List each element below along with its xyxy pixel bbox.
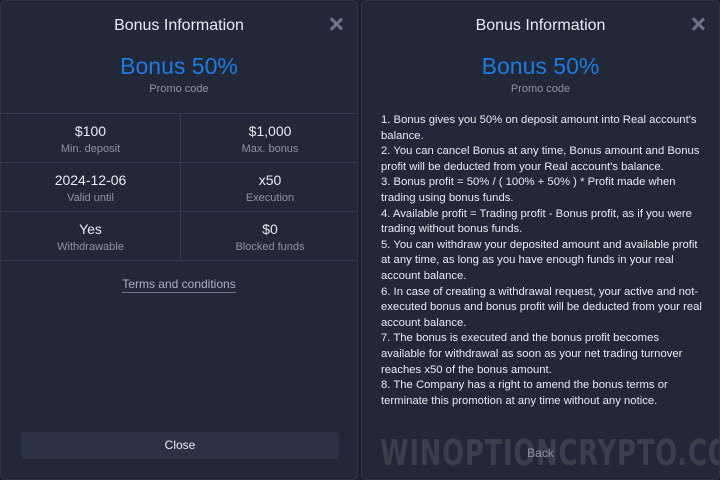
- bonus-details-grid: $100 Min. deposit $1,000 Max. bonus 2024…: [1, 113, 357, 261]
- terms-item: 7. The bonus is executed and the bonus p…: [381, 332, 683, 376]
- withdrawable-cell: Yes Withdrawable: [1, 212, 181, 261]
- valid-until-label: Valid until: [67, 192, 114, 204]
- promo-code-label: Promo code: [149, 83, 209, 95]
- execution-cell: x50 Execution: [181, 163, 357, 212]
- back-button[interactable]: Back: [362, 446, 719, 460]
- valid-until-cell: 2024-12-06 Valid until: [1, 163, 181, 212]
- bonus-heading: Bonus 50%: [120, 53, 238, 79]
- terms-link-text[interactable]: Terms and conditions: [122, 277, 236, 293]
- terms-item: 6. In case of creating a withdrawal requ…: [381, 285, 702, 329]
- blocked-funds-cell: $0 Blocked funds: [181, 212, 357, 261]
- withdrawable-value: Yes: [79, 221, 102, 237]
- panel-title: Bonus Information: [475, 17, 606, 34]
- bonus-info-panel-right: Bonus Information Bonus 50% Promo code 1…: [361, 0, 720, 480]
- min-deposit-cell: $100 Min. deposit: [1, 114, 181, 163]
- blocked-funds-label: Blocked funds: [235, 241, 305, 253]
- valid-until-value: 2024-12-06: [54, 172, 127, 188]
- terms-and-conditions-link[interactable]: Terms and conditions: [1, 277, 357, 293]
- terms-item: 4. Available profit = Trading profit - B…: [381, 207, 692, 236]
- close-icon[interactable]: [327, 15, 345, 33]
- max-bonus-label: Max. bonus: [241, 143, 299, 155]
- execution-label: Execution: [245, 192, 295, 204]
- close-button[interactable]: Close: [21, 432, 339, 459]
- blocked-funds-value: $0: [262, 221, 278, 237]
- min-deposit-value: $100: [74, 123, 107, 139]
- close-icon[interactable]: [689, 15, 707, 33]
- execution-value: x50: [258, 172, 282, 188]
- withdrawable-label: Withdrawable: [57, 241, 124, 253]
- bonus-info-panel-left: Bonus Information Bonus 50% Promo code $…: [0, 0, 358, 480]
- max-bonus-cell: $1,000 Max. bonus: [181, 114, 357, 163]
- terms-item: 5. You can withdraw your deposited amoun…: [381, 238, 698, 282]
- min-deposit-label: Min. deposit: [60, 143, 121, 155]
- terms-item: 1. Bonus gives you 50% on deposit amount…: [381, 114, 697, 142]
- bonus-heading: Bonus 50%: [481, 53, 600, 79]
- terms-list: 1. Bonus gives you 50% on deposit amount…: [381, 113, 706, 409]
- promo-code-label: Promo code: [510, 83, 571, 95]
- max-bonus-value: $1,000: [248, 123, 292, 139]
- terms-item: 3. Bonus profit = 50% / ( 100% + 50% ) *…: [381, 176, 676, 204]
- terms-item: 8. The Company has a right to amend the …: [381, 379, 668, 407]
- terms-item: 2. You can cancel Bonus at any time, Bon…: [381, 145, 700, 173]
- panel-title: Bonus Information: [114, 17, 244, 34]
